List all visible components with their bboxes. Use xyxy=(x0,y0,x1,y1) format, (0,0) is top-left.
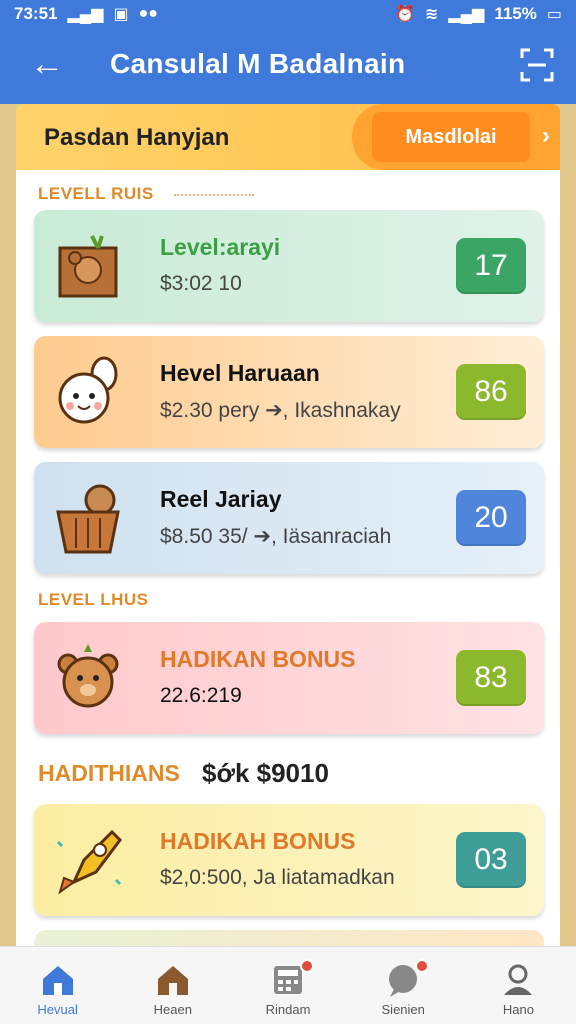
back-button[interactable]: ← xyxy=(30,46,70,86)
nav-item-profile[interactable]: Hano xyxy=(461,947,576,1024)
item-badge: 86 xyxy=(456,364,526,420)
nav-label: Sienien xyxy=(381,1002,425,1017)
bonus-amount: $ớk $9010 xyxy=(202,758,329,788)
background-strip xyxy=(0,104,16,954)
nav-item-home[interactable]: Hevual xyxy=(0,947,115,1024)
nav-item-chat[interactable]: Sienien xyxy=(346,947,461,1024)
item-subtitle: $2.30 pery ➔, Ikashnakay xyxy=(160,399,401,422)
nav-label: Hano xyxy=(502,1002,534,1017)
bottom-nav: Hevual Heaen Rindam Sienien Hano xyxy=(0,946,576,1024)
wifi-icon: ≋ xyxy=(424,6,439,23)
scan-icon xyxy=(520,48,554,82)
section-label-2: LEVEL LHUS xyxy=(38,590,149,609)
battery-icon: ▭ xyxy=(546,6,562,23)
box-bear-icon xyxy=(48,226,128,306)
item-badge: 20 xyxy=(456,490,526,546)
header-action-button[interactable]: Masdlolai › xyxy=(352,104,560,170)
list-item-1[interactable]: Level:arayi $3:02 10 17 xyxy=(34,210,544,322)
item-subtitle: 22.6:219 xyxy=(160,684,242,707)
nav-label: Hevual xyxy=(37,1002,78,1017)
alarm-icon: ⏰ xyxy=(395,6,415,23)
status-time: 73:51 xyxy=(14,4,58,23)
list-item-2[interactable]: Hevel Haruaan $2.30 pery ➔, Ikashnakay 8… xyxy=(34,336,544,448)
item-subtitle: $3:02 10 xyxy=(160,272,242,295)
arrow-left-icon: ← xyxy=(30,45,64,83)
notification-dot xyxy=(299,959,314,973)
rocket-icon xyxy=(48,820,128,900)
user-icon xyxy=(499,961,537,999)
item-badge: 83 xyxy=(456,650,526,706)
header-action-label: Masdlolai xyxy=(372,112,530,162)
item-title: Level:arayi xyxy=(160,234,281,260)
item-title: Reel Jariay xyxy=(160,486,282,512)
nav-item-house[interactable]: Heaen xyxy=(115,947,230,1024)
bonus-list-item[interactable]: HADIKAH BONUS $2,0:500, Ja liatamadkan 0… xyxy=(34,804,544,916)
item-title: HADIKAN BONUS xyxy=(160,646,356,672)
list-item-3[interactable]: Reel Jariay $8.50 35/ ➔, Iäsanraciah 20 xyxy=(34,462,544,574)
nav-label: Heaen xyxy=(153,1002,192,1017)
content-card: Pasdan Hanyjan Masdlolai › LEVELL RUIS L… xyxy=(16,104,560,954)
item-badge: 03 xyxy=(456,832,526,888)
scan-button[interactable] xyxy=(520,48,554,82)
list-item-4[interactable]: HADIKAN BONUS 22.6:219 83 xyxy=(34,622,544,734)
signal-icon: ▂▄▆ xyxy=(448,6,485,23)
bear-icon xyxy=(48,638,128,718)
item-title: Hevel Haruaan xyxy=(160,360,320,386)
app-bar: ← Cansulal M Badalnain xyxy=(0,28,576,104)
basket-bear-icon xyxy=(48,478,128,558)
item-badge: 17 xyxy=(456,238,526,294)
battery-level: 115% xyxy=(494,4,537,23)
app-icon: ▣ xyxy=(113,6,129,23)
signal-icon: ▂▄▆ xyxy=(67,6,104,23)
item-subtitle: $2,0:500, Ja liatamadkan xyxy=(160,866,395,889)
house-icon xyxy=(154,961,192,999)
chat-icon: ●● xyxy=(138,5,158,22)
status-right: ⏰ ≋ ▂▄▆ 115% ▭ xyxy=(395,4,562,24)
nav-item-calculator[interactable]: Rindam xyxy=(230,947,345,1024)
app-title: Cansulal M Badalnain xyxy=(110,48,406,79)
notification-dot xyxy=(414,959,429,973)
item-subtitle: $8.50 35/ ➔, Iäsanraciah xyxy=(160,525,392,548)
item-title: HADIKAH BONUS xyxy=(160,828,356,854)
home-icon xyxy=(39,961,77,999)
bonus-heading: HADITHIANS xyxy=(38,760,180,786)
section-label-1: LEVELL RUIS xyxy=(38,184,154,203)
status-bar: 73:51 ▂▄▆ ▣ ●● ⏰ ≋ ▂▄▆ 115% ▭ xyxy=(0,0,576,28)
section-decoration xyxy=(174,186,254,196)
header-band: Pasdan Hanyjan Masdlolai › xyxy=(16,104,560,170)
bunny-icon xyxy=(48,352,128,432)
header-title: Pasdan Hanyjan xyxy=(44,124,230,151)
chevron-right-icon: › xyxy=(542,122,550,149)
nav-label: Rindam xyxy=(265,1002,311,1017)
status-left: 73:51 ▂▄▆ ▣ ●● xyxy=(14,4,158,24)
